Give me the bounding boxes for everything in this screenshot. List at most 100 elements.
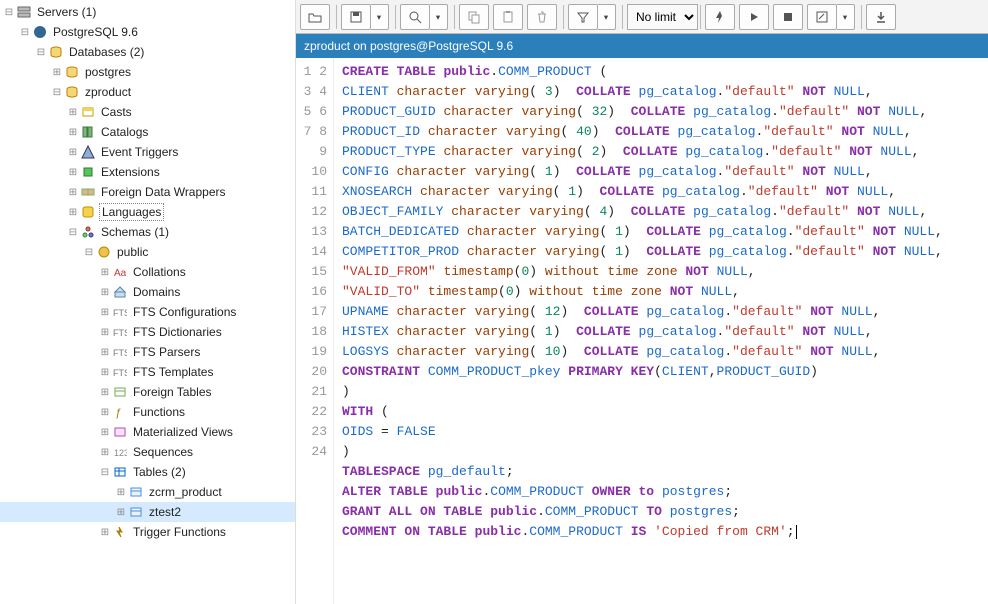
- paste-button[interactable]: [493, 4, 523, 30]
- tree-ztest2[interactable]: ⊞ztest2: [0, 502, 295, 522]
- delete-button[interactable]: [527, 4, 557, 30]
- extensions-icon: [80, 164, 96, 180]
- collapse-icon[interactable]: ⊟: [18, 27, 32, 38]
- fts-dict-icon: FTS: [112, 324, 128, 340]
- find-dropdown[interactable]: ▾: [430, 4, 448, 30]
- foreign-tables-icon: [112, 384, 128, 400]
- svg-text:123: 123: [114, 448, 127, 458]
- rows-limit-select[interactable]: No limit: [627, 4, 698, 30]
- fts-templates-icon: FTS: [112, 364, 128, 380]
- tree-tables[interactable]: ⊟Tables (2): [0, 462, 295, 482]
- filter-button[interactable]: [568, 4, 598, 30]
- event-trigger-icon: [80, 144, 96, 160]
- expand-icon[interactable]: ⊞: [98, 447, 112, 458]
- svg-text:ƒ: ƒ: [115, 407, 121, 419]
- trigger-functions-icon: [112, 524, 128, 540]
- tree-db-zproduct[interactable]: ⊟ zproduct: [0, 82, 295, 102]
- tree-db-postgres[interactable]: ⊞ postgres: [0, 62, 295, 82]
- tree-fts-templates[interactable]: ⊞FTSFTS Templates: [0, 362, 295, 382]
- find-button[interactable]: [400, 4, 430, 30]
- connection-tab-label: zproduct on postgres@PostgreSQL 9.6: [304, 39, 513, 53]
- tree-extensions[interactable]: ⊞ Extensions: [0, 162, 295, 182]
- expand-icon[interactable]: ⊞: [98, 307, 112, 318]
- explain-button[interactable]: [807, 4, 837, 30]
- tree-domains[interactable]: ⊞Domains: [0, 282, 295, 302]
- expand-icon[interactable]: ⊞: [66, 207, 80, 218]
- tree-languages[interactable]: ⊞ Languages: [0, 202, 295, 222]
- expand-icon[interactable]: ⊞: [98, 347, 112, 358]
- expand-icon[interactable]: ⊞: [98, 427, 112, 438]
- tree-databases[interactable]: ⊟ Databases (2): [0, 42, 295, 62]
- expand-icon[interactable]: ⊞: [66, 107, 80, 118]
- tree-functions[interactable]: ⊞ƒFunctions: [0, 402, 295, 422]
- tree-fts-conf[interactable]: ⊞FTSFTS Configurations: [0, 302, 295, 322]
- collapse-icon[interactable]: ⊟: [50, 87, 64, 98]
- collapse-icon[interactable]: ⊟: [66, 227, 80, 238]
- database-icon: [64, 64, 80, 80]
- svg-text:FTS: FTS: [113, 328, 127, 338]
- save-button[interactable]: [341, 4, 371, 30]
- svg-text:FTS: FTS: [113, 348, 127, 358]
- tree-fts-dict[interactable]: ⊞FTSFTS Dictionaries: [0, 322, 295, 342]
- collapse-icon[interactable]: ⊟: [82, 247, 96, 258]
- explain-dropdown[interactable]: ▾: [837, 4, 855, 30]
- stop-button[interactable]: [773, 4, 803, 30]
- svg-text:FTS: FTS: [113, 368, 127, 378]
- servers-icon: [16, 4, 32, 20]
- collapse-icon[interactable]: ⊟: [34, 47, 48, 58]
- expand-icon[interactable]: ⊞: [98, 287, 112, 298]
- sql-editor[interactable]: 1 2 3 4 5 6 7 8 9 10 11 12 13 14 15 16 1…: [296, 58, 988, 604]
- tree-sequences[interactable]: ⊞123Sequences: [0, 442, 295, 462]
- tree-catalogs[interactable]: ⊞ Catalogs: [0, 122, 295, 142]
- tree-fdw[interactable]: ⊞ Foreign Data Wrappers: [0, 182, 295, 202]
- download-button[interactable]: [866, 4, 896, 30]
- table-icon: [128, 484, 144, 500]
- execute-run-button[interactable]: [739, 4, 769, 30]
- tree-servers[interactable]: ⊟ Servers (1): [0, 2, 295, 22]
- expand-icon[interactable]: ⊞: [98, 367, 112, 378]
- collapse-icon[interactable]: ⊟: [98, 467, 112, 478]
- copy-button[interactable]: [459, 4, 489, 30]
- database-icon: [48, 44, 64, 60]
- expand-icon[interactable]: ⊞: [98, 387, 112, 398]
- tree-public[interactable]: ⊟ public: [0, 242, 295, 262]
- tree-schemas[interactable]: ⊟ Schemas (1): [0, 222, 295, 242]
- tree-mat-views[interactable]: ⊞Materialized Views: [0, 422, 295, 442]
- open-file-button[interactable]: [300, 4, 330, 30]
- fdw-icon: [80, 184, 96, 200]
- tree-postgres96[interactable]: ⊟ PostgreSQL 9.6: [0, 22, 295, 42]
- expand-icon[interactable]: ⊞: [66, 147, 80, 158]
- save-dropdown[interactable]: ▾: [371, 4, 389, 30]
- expand-icon[interactable]: ⊞: [98, 267, 112, 278]
- expand-icon[interactable]: ⊞: [114, 487, 128, 498]
- tree-collations[interactable]: ⊞AaCollations: [0, 262, 295, 282]
- expand-icon[interactable]: ⊞: [66, 167, 80, 178]
- expand-icon[interactable]: ⊞: [66, 187, 80, 198]
- tree-trigger-functions[interactable]: ⊞Trigger Functions: [0, 522, 295, 542]
- elephant-icon: [32, 24, 48, 40]
- collapse-icon[interactable]: ⊟: [2, 7, 16, 18]
- expand-icon[interactable]: ⊞: [98, 327, 112, 338]
- expand-icon[interactable]: ⊞: [50, 67, 64, 78]
- expand-icon[interactable]: ⊞: [114, 507, 128, 518]
- schema-icon: [96, 244, 112, 260]
- expand-icon[interactable]: ⊞: [66, 127, 80, 138]
- filter-dropdown[interactable]: ▾: [598, 4, 616, 30]
- schemas-icon: [80, 224, 96, 240]
- tree-zcrm-product[interactable]: ⊞zcrm_product: [0, 482, 295, 502]
- table-icon: [128, 504, 144, 520]
- execute-button[interactable]: [705, 4, 735, 30]
- tree-foreign-tables[interactable]: ⊞Foreign Tables: [0, 382, 295, 402]
- sequences-icon: 123: [112, 444, 128, 460]
- tree-event-triggers[interactable]: ⊞ Event Triggers: [0, 142, 295, 162]
- connection-tab[interactable]: zproduct on postgres@PostgreSQL 9.6: [296, 34, 988, 58]
- expand-icon[interactable]: ⊞: [98, 407, 112, 418]
- expand-icon[interactable]: ⊞: [98, 527, 112, 538]
- tree-fts-parsers[interactable]: ⊞FTSFTS Parsers: [0, 342, 295, 362]
- line-gutter: 1 2 3 4 5 6 7 8 9 10 11 12 13 14 15 16 1…: [296, 58, 334, 604]
- catalogs-icon: [80, 124, 96, 140]
- tree-casts[interactable]: ⊞ Casts: [0, 102, 295, 122]
- object-browser-tree[interactable]: ⊟ Servers (1) ⊟ PostgreSQL 9.6 ⊟ Databas…: [0, 0, 296, 604]
- fts-conf-icon: FTS: [112, 304, 128, 320]
- sql-code[interactable]: CREATE TABLE public.COMM_PRODUCT ( CLIEN…: [334, 58, 988, 604]
